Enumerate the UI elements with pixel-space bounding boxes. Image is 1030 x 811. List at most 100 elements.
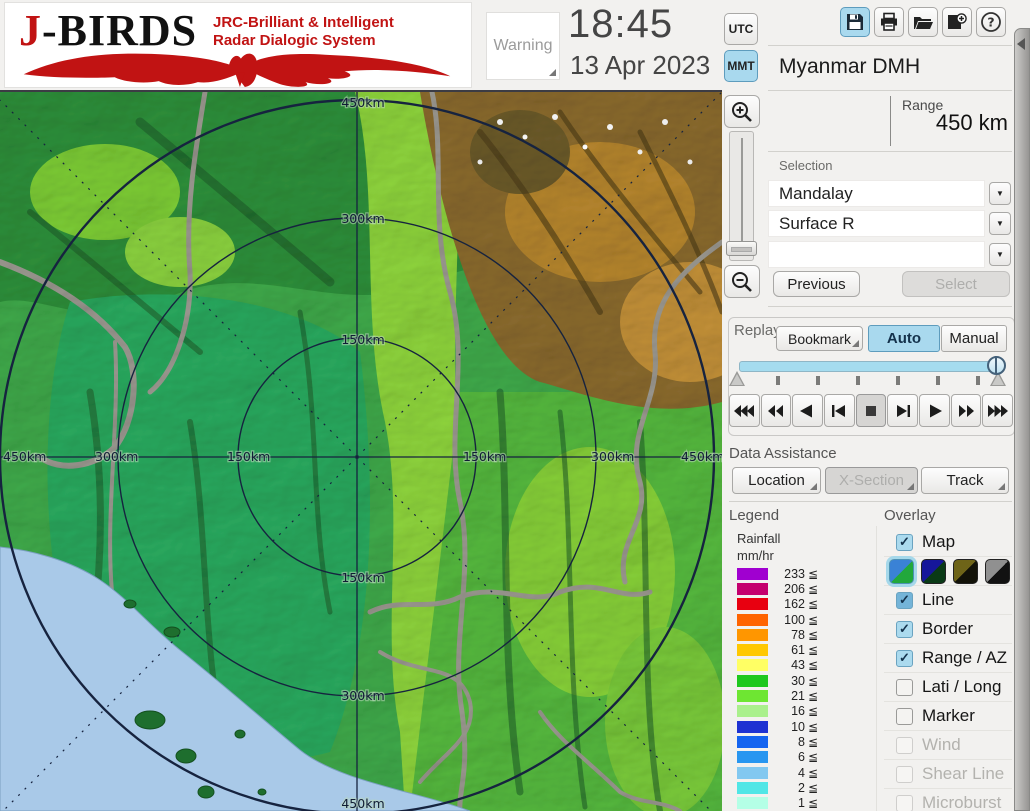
overlay-row-border: ✓ Border: [884, 615, 1012, 644]
overlay-label: Microburst: [922, 793, 1002, 811]
legend-value: 78: [791, 627, 805, 642]
legend-entry: 61 ≦: [737, 642, 827, 657]
warning-button[interactable]: Warning: [486, 12, 560, 80]
map-style-blue-green[interactable]: [889, 558, 914, 584]
step-forward-button[interactable]: [887, 394, 919, 427]
legend-color-swatch: [737, 797, 768, 810]
legend-entry: 1 ≦: [737, 795, 827, 810]
svg-text:300km: 300km: [341, 688, 384, 703]
map-zoom-in-button[interactable]: [724, 95, 760, 128]
jbirds-logo: J-BIRDS JRC-Brilliant & Intelligent Rada…: [4, 2, 472, 88]
legend-entry: 10 ≦: [737, 719, 827, 734]
logo-subtitle-1: JRC-Brilliant & Intelligent: [213, 14, 394, 31]
selection-field-product[interactable]: Surface R: [768, 210, 985, 237]
overlay-label: Marker: [922, 706, 975, 725]
select-button[interactable]: Select: [902, 271, 1010, 297]
legend-title: Legend: [729, 507, 780, 524]
legend-value: 43: [791, 658, 805, 673]
fast-rewind-2-button[interactable]: [760, 394, 792, 427]
range-az-checkbox[interactable]: ✓: [896, 649, 913, 667]
legend-overlay-divider: [876, 526, 877, 811]
play-icon: [930, 404, 943, 417]
station-name: Myanmar DMH: [779, 55, 921, 78]
legend-entry: 30 ≦: [737, 673, 827, 688]
overlay-label: Shear Line: [922, 764, 1005, 783]
legend-color-swatch: [737, 659, 768, 672]
line-checkbox[interactable]: ✓: [896, 591, 913, 609]
selection-field-extra[interactable]: [768, 241, 985, 268]
legend-lte-symbol: ≦: [808, 612, 819, 627]
export-image-button[interactable]: [942, 7, 972, 37]
bookmark-button[interactable]: Bookmark: [776, 326, 863, 351]
marker-checkbox[interactable]: [896, 707, 913, 725]
legend-color-swatch: [737, 628, 768, 641]
stop-button[interactable]: [855, 394, 887, 427]
legend-lte-symbol: ≦: [808, 750, 819, 765]
play-reverse-button[interactable]: [792, 394, 824, 427]
replay-range-start-marker[interactable]: [729, 371, 745, 386]
mmt-button[interactable]: MMT: [724, 50, 758, 82]
legend-unit-line1: Rainfall: [737, 531, 781, 546]
data-assistance-label: Data Assistance: [729, 445, 837, 462]
map-zoom-out-button[interactable]: [724, 265, 760, 298]
track-button[interactable]: Track: [921, 467, 1009, 494]
legend-color-swatch: [737, 598, 768, 611]
map-style-navy-darkgreen[interactable]: [921, 558, 946, 584]
selection-field-site[interactable]: Mandalay: [768, 180, 985, 207]
replay-slider-track[interactable]: [739, 361, 1002, 372]
utc-button[interactable]: UTC: [724, 13, 758, 45]
slider-tick: [936, 376, 940, 385]
selection-dropdown-button-product[interactable]: ▼: [989, 212, 1011, 235]
selection-dropdown-button-extra[interactable]: ▼: [989, 243, 1011, 266]
previous-button[interactable]: Previous: [773, 271, 860, 297]
clock-time: 18:45: [568, 2, 674, 46]
slider-tick: [976, 376, 980, 385]
replay-label: Replay: [734, 322, 781, 339]
help-button[interactable]: ?: [976, 7, 1006, 37]
legend-value: 8: [798, 734, 805, 749]
map-style-gray-black[interactable]: [985, 558, 1010, 584]
lati-long-checkbox[interactable]: [896, 678, 913, 696]
overlay-label: Border: [922, 619, 974, 638]
legend-lte-symbol: ≦: [808, 765, 819, 780]
print-button[interactable]: [874, 7, 904, 37]
overlay-label: Map: [922, 532, 956, 551]
slider-tick: [776, 376, 780, 385]
open-folder-button[interactable]: [908, 7, 938, 37]
selection-dropdown-button-site[interactable]: ▼: [989, 182, 1011, 205]
microburst-checkbox: [896, 794, 913, 811]
auto-mode-button[interactable]: Auto: [868, 325, 940, 352]
fast-rewind-3-button[interactable]: [729, 394, 760, 427]
overlay-row-microburst: Microburst: [884, 789, 1012, 811]
replay-slider-handle[interactable]: [987, 356, 1006, 375]
legend-lte-symbol: ≦: [808, 704, 819, 719]
x-section-button[interactable]: X-Section: [825, 467, 918, 494]
step-back-button[interactable]: [824, 394, 855, 427]
legend-lte-symbol: ≦: [808, 796, 819, 811]
overlay-label: Wind: [922, 735, 961, 754]
map-checkbox[interactable]: ✓: [896, 533, 913, 551]
fast-forward-2-button[interactable]: [950, 394, 982, 427]
panel-collapse-strip[interactable]: [1014, 28, 1030, 811]
manual-mode-button[interactable]: Manual: [941, 325, 1007, 352]
svg-text:450km: 450km: [341, 796, 384, 811]
legend-value: 4: [798, 765, 805, 780]
location-button[interactable]: Location: [732, 467, 821, 494]
legend-color-swatch: [737, 690, 768, 703]
legend-lte-symbol: ≦: [808, 689, 819, 704]
legend-entry: 206 ≦: [737, 581, 827, 596]
radar-map[interactable]: 450km 300km 150km 150km 300km 450km 450km 300km…: [0, 90, 722, 811]
legend-entry: 16 ≦: [737, 704, 827, 719]
map-style-selector: [884, 557, 1012, 586]
svg-text:300km: 300km: [341, 211, 384, 226]
legend-color-swatch: [737, 567, 768, 580]
play-button[interactable]: [919, 394, 950, 427]
fast-forward-3-button[interactable]: [982, 394, 1014, 427]
separator: [768, 306, 1012, 307]
save-button[interactable]: [840, 7, 870, 37]
map-style-olive-black[interactable]: [953, 558, 978, 584]
separator: [768, 90, 1012, 91]
map-zoom-slider-handle[interactable]: [726, 241, 757, 256]
legend-value: 61: [791, 643, 805, 658]
border-checkbox[interactable]: ✓: [896, 620, 913, 638]
